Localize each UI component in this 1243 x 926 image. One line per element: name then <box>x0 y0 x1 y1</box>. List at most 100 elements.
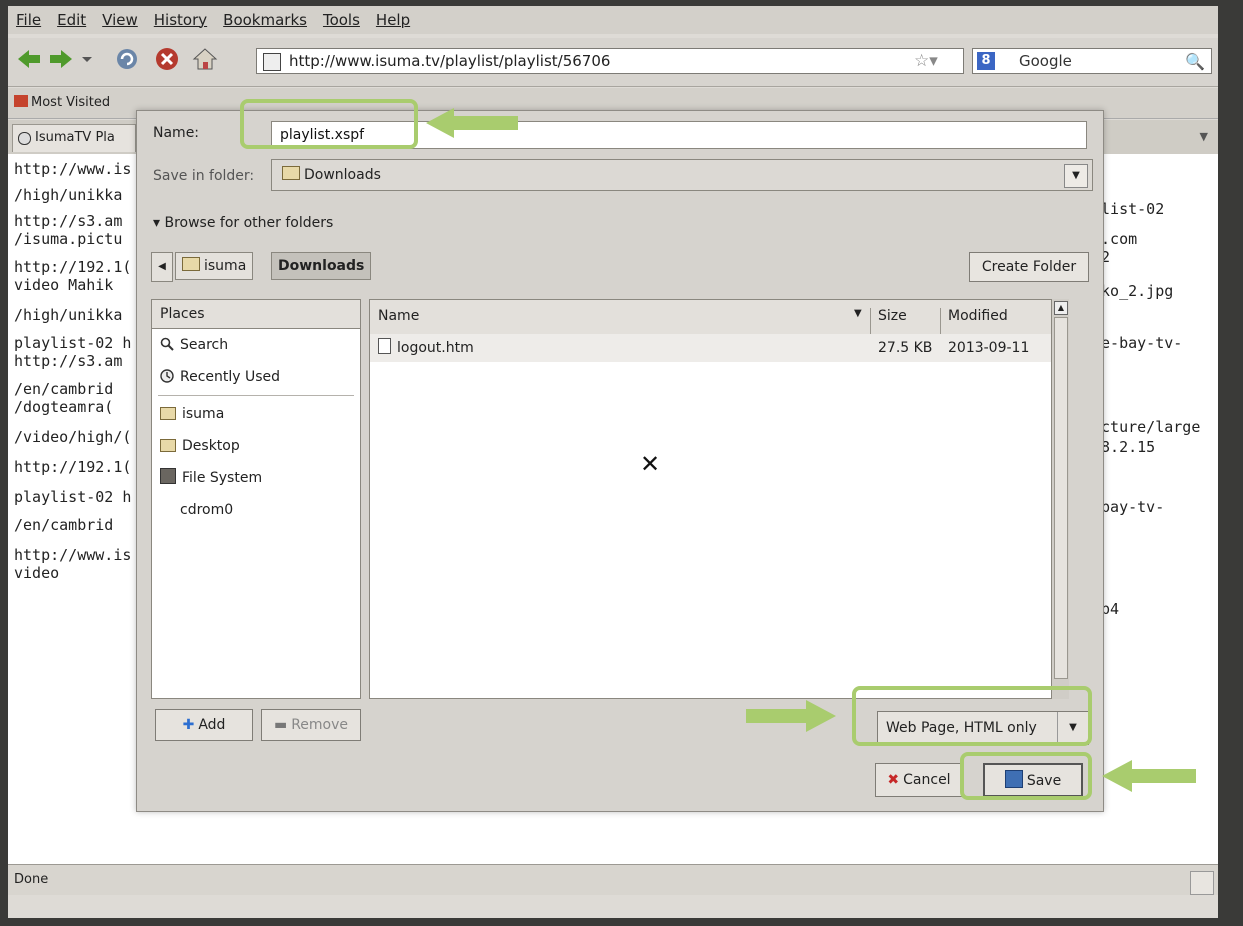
column-modified[interactable]: Modified <box>948 308 1008 324</box>
status-bar: Done <box>8 864 1218 895</box>
content-line[interactable]: http://s3.am <box>14 352 122 370</box>
content-line[interactable]: ge-bay-tv- <box>1092 334 1182 352</box>
browse-label: Browse for other folders <box>164 215 334 231</box>
content-line[interactable]: http://www.is <box>14 546 131 564</box>
menu-edit[interactable]: Edit <box>57 11 86 29</box>
minus-icon: ▬ <box>273 717 288 733</box>
save-as-dialog: Name: playlist.xspf Save in folder: Down… <box>136 110 1104 812</box>
places-panel: Places Search Recently Used isuma Deskto… <box>151 299 361 699</box>
stop-icon[interactable] <box>154 46 180 72</box>
bookmark-star-icon[interactable]: ☆▾ <box>914 51 938 71</box>
file-name-cell: logout.htm <box>378 334 474 362</box>
content-line[interactable]: /video/high/( <box>14 428 131 446</box>
places-item-label: cdrom0 <box>180 502 234 518</box>
file-modified: 2013-09-11 <box>948 340 1030 356</box>
menu-bookmarks[interactable]: Bookmarks <box>223 11 307 29</box>
folder-icon <box>160 407 176 420</box>
save-in-folder-combo[interactable]: Downloads ▼ <box>271 159 1093 191</box>
menu-bar: File Edit View History Bookmarks Tools H… <box>8 6 1218 34</box>
drive-icon <box>160 468 176 484</box>
places-item-search[interactable]: Search <box>152 329 360 361</box>
content-line[interactable]: /en/cambrid <box>14 516 113 534</box>
content-line[interactable]: http://s3.am <box>14 212 122 230</box>
places-header-label: Places <box>160 306 205 322</box>
browse-other-folders-expander[interactable]: ▾ Browse for other folders <box>153 215 333 231</box>
content-line[interactable]: /en/cambrid <box>14 380 113 398</box>
reload-icon[interactable] <box>114 46 140 72</box>
column-name[interactable]: Name <box>378 308 419 324</box>
places-item-label: isuma <box>182 406 225 422</box>
google-engine-icon[interactable]: 8 <box>977 52 995 70</box>
tab-label: IsumaTV Pla <box>35 130 115 145</box>
scrollbar-thumb[interactable] <box>1054 317 1068 679</box>
filename-value: playlist.xspf <box>280 127 365 143</box>
places-header[interactable]: Places <box>152 300 360 329</box>
content-line[interactable]: video Mahik <box>14 276 113 294</box>
file-name: logout.htm <box>397 340 474 356</box>
floppy-disk-icon <box>1004 770 1023 788</box>
file-row[interactable]: logout.htm 27.5 KB 2013-09-11 <box>370 334 1068 362</box>
path-button-label: Downloads <box>278 258 365 274</box>
content-line[interactable]: playlist-02 h <box>14 488 131 506</box>
content-line[interactable]: icture/large <box>1092 418 1200 436</box>
cancel-label: Cancel <box>903 772 951 788</box>
list-all-tabs-icon[interactable]: ▼ <box>1200 130 1208 143</box>
content-line[interactable]: /isuma.pictu <box>14 230 122 248</box>
back-arrow-icon[interactable] <box>16 46 42 72</box>
remove-bookmark-button[interactable]: ▬ Remove <box>261 709 361 741</box>
menu-history[interactable]: History <box>154 11 207 29</box>
search-placeholder: Google <box>1019 52 1072 70</box>
file-type-value: Web Page, HTML only <box>886 720 1037 736</box>
menu-file[interactable]: File <box>16 11 41 29</box>
create-folder-label: Create Folder <box>981 259 1077 275</box>
path-button-downloads[interactable]: Downloads <box>271 252 372 280</box>
create-folder-button[interactable]: Create Folder <box>969 252 1089 282</box>
url-bar[interactable]: http://www.isuma.tv/playlist/playlist/56… <box>256 48 964 74</box>
menu-help[interactable]: Help <box>376 11 410 29</box>
places-item-label: Desktop <box>182 438 240 454</box>
places-item-label: Search <box>180 337 229 353</box>
content-line[interactable]: video <box>14 564 59 582</box>
content-line[interactable]: playlist-02 h <box>14 334 131 352</box>
add-bookmark-button[interactable]: ✚ Add <box>155 709 253 741</box>
column-size[interactable]: Size <box>878 308 907 324</box>
content-line[interactable]: yko_2.jpg <box>1092 282 1173 300</box>
places-item-isuma[interactable]: isuma <box>152 398 360 430</box>
content-line[interactable]: /high/unikka <box>14 306 122 324</box>
content-line[interactable]: /dogteamra( <box>14 398 113 416</box>
places-item-desktop[interactable]: Desktop <box>152 430 360 462</box>
most-visited-bookmark[interactable]: Most Visited <box>14 95 110 110</box>
content-line[interactable]: http://www.is <box>14 160 131 178</box>
add-label: Add <box>198 717 226 733</box>
places-item-file-system[interactable]: File System <box>152 462 360 494</box>
filename-input[interactable]: playlist.xspf <box>271 121 1087 149</box>
tab-isumatv[interactable]: IsumaTV Pla <box>12 124 136 152</box>
menu-view[interactable]: View <box>102 11 138 29</box>
sort-chevron-down-icon[interactable]: ▼ <box>854 308 862 319</box>
search-box[interactable]: 8 Google 🔍 <box>972 48 1212 74</box>
file-list-scrollbar[interactable]: ▲ <box>1051 299 1069 699</box>
name-label: Name: <box>153 125 200 141</box>
path-button-isuma[interactable]: isuma <box>175 252 254 280</box>
save-button[interactable]: Save <box>983 763 1083 797</box>
places-item-recently-used[interactable]: Recently Used <box>152 361 360 393</box>
menu-tools[interactable]: Tools <box>323 11 360 29</box>
path-scroll-left-button[interactable]: ◀ <box>151 252 173 282</box>
file-type-select[interactable]: Web Page, HTML only ▼ <box>877 711 1089 745</box>
content-line[interactable]: /high/unikka <box>14 186 122 204</box>
content-line[interactable]: http://192.1( <box>14 258 131 276</box>
resize-grip-icon[interactable] <box>1190 871 1214 895</box>
cancel-x-icon: ✖ <box>887 772 900 788</box>
search-icon[interactable]: 🔍 <box>1185 50 1205 74</box>
places-separator <box>158 395 354 396</box>
clock-icon <box>160 369 174 383</box>
home-icon[interactable] <box>192 46 218 72</box>
search-icon <box>160 337 174 351</box>
history-dropdown-icon[interactable] <box>80 46 94 72</box>
forward-arrow-icon[interactable] <box>48 46 74 72</box>
content-line[interactable]: http://192.1( <box>14 458 131 476</box>
cancel-button[interactable]: ✖ Cancel <box>875 763 963 797</box>
scroll-up-icon[interactable]: ▲ <box>1054 301 1068 315</box>
tab-favicon-icon <box>18 132 31 145</box>
places-item-cdrom[interactable]: cdrom0 <box>152 494 360 526</box>
